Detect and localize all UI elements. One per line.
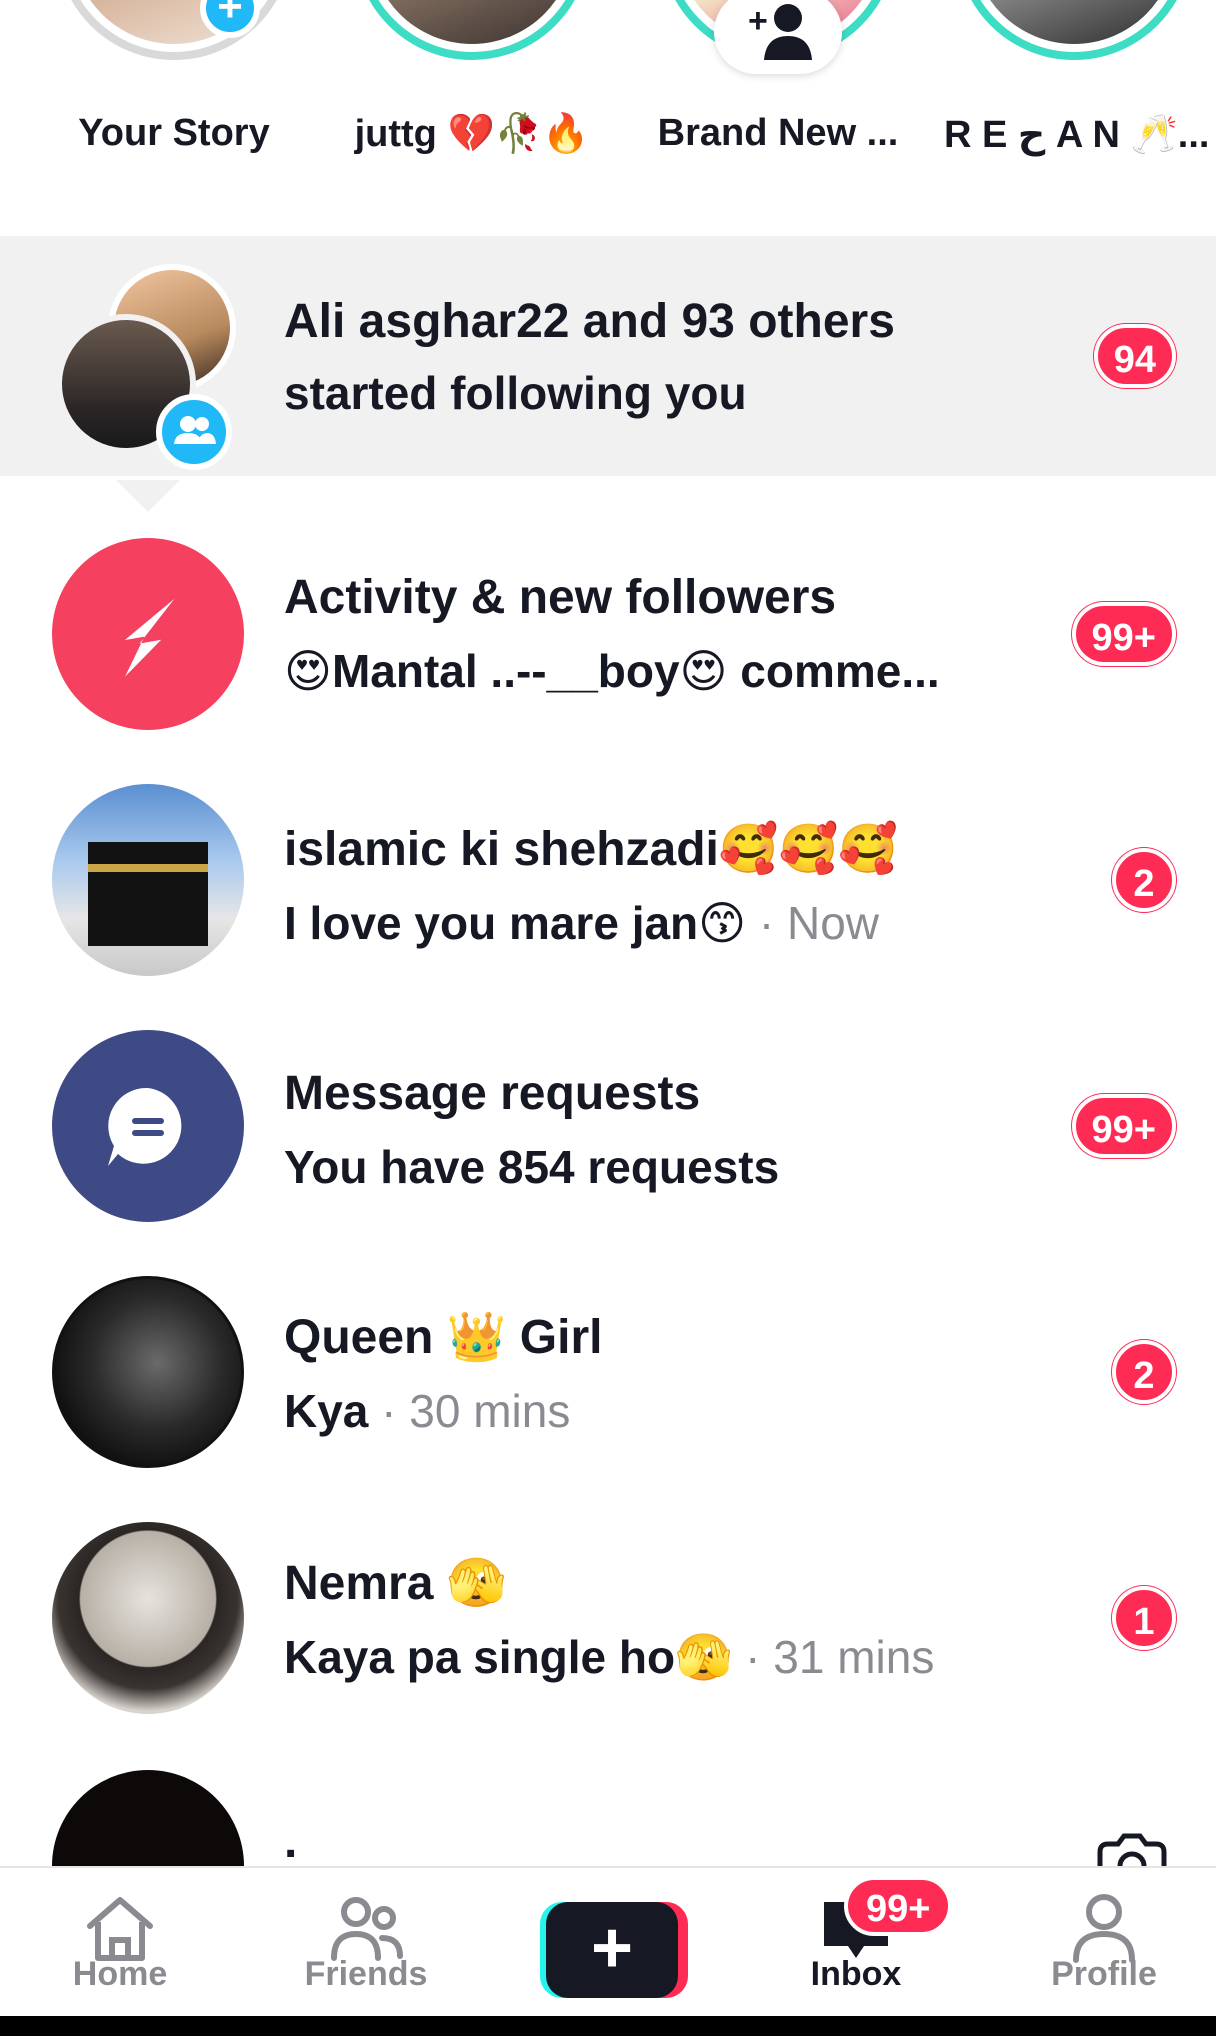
- list-item-chat[interactable]: .: [0, 1744, 1216, 1866]
- message-time: · 31 mins: [732, 1631, 935, 1683]
- story-label: Your Story: [78, 112, 270, 154]
- follower-group-avatar: [56, 264, 246, 470]
- story-juttg[interactable]: juttg 💔🥀🔥: [342, 0, 602, 180]
- people-icon: [174, 416, 216, 444]
- user-avatar: [52, 1522, 244, 1714]
- user-avatar: [52, 1276, 244, 1468]
- stories-row: + Your Story juttg 💔🥀🔥 + Brand New ... R…: [0, 0, 1216, 236]
- unread-badge: 2: [1112, 848, 1176, 912]
- list-item-activity[interactable]: Activity & new followers 😍Mantal ..--__b…: [0, 514, 1216, 754]
- story-your-story[interactable]: + Your Story: [44, 0, 304, 180]
- row-subtitle: You have 854 requests: [284, 1141, 780, 1193]
- add-user-icon: +: [748, 2, 812, 60]
- unread-badge: 1: [1112, 1586, 1176, 1650]
- row-title: Message requests: [284, 1067, 701, 1120]
- story-avatar: [370, 0, 574, 44]
- tooltip-pointer: [116, 480, 180, 512]
- nav-label: Profile: [1051, 1955, 1157, 1993]
- unread-badge: 94: [1093, 324, 1176, 388]
- nav-label: Inbox: [810, 1955, 902, 1993]
- kaaba-band: [88, 864, 208, 872]
- message-requests-avatar: [52, 1030, 244, 1222]
- inbox-badge: 99+: [844, 1876, 953, 1936]
- list-item-chat[interactable]: Queen 👑 Girl Kya · 30 mins 2: [0, 1252, 1216, 1492]
- row-title: Activity & new followers: [284, 571, 837, 624]
- add-friend-button[interactable]: +: [714, 0, 842, 74]
- list-item-chat[interactable]: Nemra 🫣 Kaya pa single ho🫣 · 31 mins 1: [0, 1498, 1216, 1738]
- bottom-nav: Home Friends + Inbox 99+ Profile: [0, 1866, 1216, 2016]
- create-button[interactable]: +: [540, 1902, 688, 1998]
- activity-avatar: [52, 538, 244, 730]
- message-time: · Now: [746, 897, 880, 949]
- nav-home[interactable]: Home: [20, 1868, 220, 2018]
- message-preview: I love you mare jan😙: [284, 897, 747, 949]
- system-bar: [0, 2016, 1216, 2036]
- story-brand-new[interactable]: + Brand New ...: [648, 0, 908, 180]
- message-preview: Kaya pa single ho🫣: [284, 1631, 733, 1683]
- kaaba-avatar: [52, 784, 244, 976]
- row-subtitle: started following you: [284, 367, 747, 419]
- list-item-chat[interactable]: islamic ki shehzadi🥰🥰🥰 I love you mare j…: [0, 760, 1216, 1000]
- nav-label: Home: [72, 1955, 168, 1993]
- nav-profile[interactable]: Profile: [1004, 1868, 1204, 2018]
- unread-badge: 99+: [1071, 602, 1176, 666]
- row-subtitle: 😍Mantal ..--__boy😍 comme...: [284, 645, 940, 697]
- story-reaan[interactable]: R E ح A N 🥂...: [944, 0, 1210, 180]
- nav-label: Friends: [304, 1955, 428, 1993]
- story-label: juttg 💔🥀🔥: [354, 113, 590, 155]
- message-preview: Kya: [284, 1385, 369, 1437]
- svg-text:+: +: [748, 2, 768, 40]
- row-subtitle: Kya · 30 mins: [284, 1384, 570, 1438]
- row-title: Queen 👑 Girl: [284, 1311, 603, 1364]
- row-title: Nemra 🫣: [284, 1557, 507, 1610]
- row-subtitle: I love you mare jan😙 · Now: [284, 896, 879, 950]
- chat-bubble-icon: [108, 1087, 182, 1166]
- lightning-icon: [124, 598, 175, 677]
- row-title: .: [284, 1815, 298, 1866]
- row-title: Ali asghar22 and 93 others: [284, 295, 895, 348]
- story-label: Brand New ...: [657, 112, 899, 154]
- group-badge: [156, 394, 232, 470]
- row-subtitle: Kaya pa single ho🫣 · 31 mins: [284, 1630, 934, 1685]
- story-ring: [956, 0, 1192, 60]
- unread-badge: 99+: [1071, 1094, 1176, 1158]
- kaaba-shape: [88, 842, 208, 946]
- camera-icon[interactable]: [1094, 1830, 1170, 1866]
- list-item-message-requests[interactable]: Message requests You have 854 requests 9…: [0, 1006, 1216, 1246]
- list-item-new-followers[interactable]: Ali asghar22 and 93 others started follo…: [0, 236, 1216, 476]
- nav-friends[interactable]: Friends: [266, 1868, 466, 2018]
- message-time: · 30 mins: [368, 1385, 571, 1437]
- plus-icon: +: [546, 1902, 678, 1998]
- user-avatar: [52, 1770, 244, 1866]
- story-label: R E ح A N 🥂...: [944, 114, 1210, 156]
- story-avatar: [972, 0, 1176, 44]
- story-ring: [354, 0, 590, 60]
- row-title: islamic ki shehzadi🥰🥰🥰: [284, 823, 899, 876]
- unread-badge: 2: [1112, 1340, 1176, 1404]
